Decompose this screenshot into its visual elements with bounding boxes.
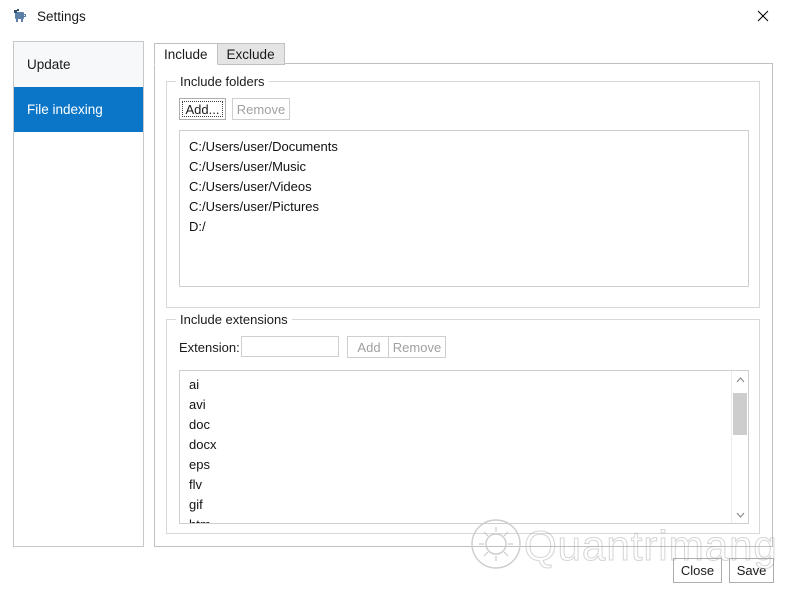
list-item[interactable]: C:/Users/user/Videos [180, 177, 748, 197]
app-gear-icon [12, 8, 29, 25]
tab-label: Include [164, 46, 208, 62]
extension-field-label: Extension: [179, 340, 240, 355]
include-folders-group: Include folders Add... Remove C:/Users/u… [166, 74, 760, 308]
list-item[interactable]: C:/Users/user/Music [180, 157, 748, 177]
remove-folder-button[interactable]: Remove [232, 98, 290, 120]
title-bar: Settings [0, 0, 786, 32]
add-folder-button-label: Add... [185, 101, 220, 117]
tab-strip: Include Exclude [154, 42, 285, 65]
list-item[interactable]: doc [180, 415, 748, 435]
list-item[interactable]: avi [180, 395, 748, 415]
tab-exclude[interactable]: Exclude [216, 43, 285, 65]
close-icon[interactable] [740, 0, 786, 31]
include-folders-group-title: Include folders [176, 74, 269, 89]
close-dialog-button-label: Close [680, 563, 715, 578]
list-item[interactable]: D:/ [180, 217, 748, 237]
include-extensions-list[interactable]: ai avi doc docx eps flv gif htm [179, 370, 749, 524]
list-item[interactable]: ai [180, 375, 748, 395]
sidebar-item-label: File indexing [27, 102, 103, 117]
tab-include[interactable]: Include [154, 43, 218, 65]
include-tab-panel: Include folders Add... Remove C:/Users/u… [154, 63, 773, 547]
close-dialog-button[interactable]: Close [673, 558, 722, 583]
sidebar-item-update[interactable]: Update [14, 42, 143, 87]
add-extension-button-label: Add [357, 339, 381, 355]
list-item[interactable]: eps [180, 455, 748, 475]
include-extensions-group: Include extensions Extension: Add Remove… [166, 312, 760, 534]
settings-navigation-list: Update File indexing [13, 41, 144, 547]
extensions-list-scrollbar[interactable] [731, 371, 748, 523]
add-folder-button[interactable]: Add... [179, 98, 226, 120]
save-button[interactable]: Save [729, 558, 774, 583]
scroll-up-icon[interactable] [732, 371, 748, 388]
extension-input[interactable] [241, 336, 339, 357]
list-item[interactable]: C:/Users/user/Documents [180, 137, 748, 157]
sidebar-item-file-indexing[interactable]: File indexing [14, 87, 143, 132]
list-item[interactable]: C:/Users/user/Pictures [180, 197, 748, 217]
include-extensions-group-title: Include extensions [176, 312, 292, 327]
add-extension-button[interactable]: Add [347, 336, 391, 358]
scrollbar-thumb[interactable] [733, 393, 747, 435]
list-item[interactable]: gif [180, 495, 748, 515]
list-item[interactable]: htm [180, 515, 748, 523]
sidebar-item-label: Update [27, 57, 71, 72]
remove-folder-button-label: Remove [236, 101, 286, 117]
window-title: Settings [37, 9, 86, 24]
list-item[interactable]: docx [180, 435, 748, 455]
scroll-down-icon[interactable] [732, 506, 748, 523]
list-item[interactable]: flv [180, 475, 748, 495]
remove-extension-button[interactable]: Remove [388, 336, 446, 358]
include-folders-list[interactable]: C:/Users/user/Documents C:/Users/user/Mu… [179, 130, 749, 287]
remove-extension-button-label: Remove [392, 339, 442, 355]
save-button-label: Save [736, 563, 767, 578]
tab-label: Exclude [226, 46, 275, 62]
